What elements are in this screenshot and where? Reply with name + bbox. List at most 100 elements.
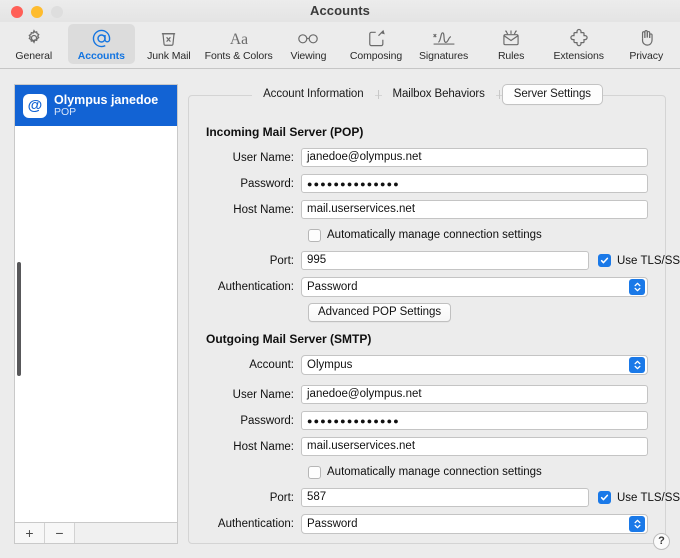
outgoing-auto-manage-checkbox[interactable] bbox=[308, 465, 321, 479]
preferences-content: @ Olympus janedoe POP + − Account Inform… bbox=[0, 69, 680, 558]
incoming-authentication-select[interactable]: Password bbox=[301, 276, 648, 297]
outgoing-password-row: Password: ●●●●●●●●●●●●●● bbox=[206, 411, 648, 430]
outgoing-host-name-label: Host Name: bbox=[233, 440, 294, 453]
incoming-auto-manage-label: Automatically manage connection settings bbox=[327, 229, 542, 241]
trash-icon bbox=[159, 27, 178, 49]
puzzle-icon bbox=[569, 27, 589, 49]
outgoing-user-name-input[interactable]: janedoe@olympus.net bbox=[301, 385, 648, 404]
incoming-port-input[interactable]: 995 bbox=[301, 251, 589, 270]
compose-icon bbox=[367, 27, 386, 49]
toolbar-item-viewing[interactable]: Viewing bbox=[275, 24, 343, 64]
toolbar-item-privacy[interactable]: Privacy bbox=[612, 24, 680, 64]
tab-mailbox-behaviors[interactable]: Mailbox Behaviors bbox=[381, 85, 496, 104]
outgoing-authentication-row: Authentication: Password bbox=[206, 513, 648, 534]
incoming-password-row: Password: ●●●●●●●●●●●●●● bbox=[206, 174, 648, 193]
outgoing-user-name-row: User Name: janedoe@olympus.net bbox=[206, 385, 648, 404]
chevron-up-down-icon[interactable] bbox=[629, 356, 645, 373]
sidebar-account-olympus[interactable]: @ Olympus janedoe POP bbox=[15, 85, 177, 126]
tab-divider bbox=[498, 90, 500, 99]
outgoing-password-input[interactable]: ●●●●●●●●●●●●●● bbox=[301, 411, 648, 430]
toolbar-item-label: Signatures bbox=[418, 50, 469, 62]
toolbar-item-label: General bbox=[15, 50, 53, 62]
outgoing-auto-manage-label: Automatically manage connection settings bbox=[327, 466, 542, 478]
toolbar-item-signatures[interactable]: Signatures bbox=[410, 24, 478, 64]
outgoing-authentication-label: Authentication: bbox=[217, 517, 294, 530]
toolbar-item-label: Accounts bbox=[77, 50, 125, 62]
gear-icon bbox=[24, 27, 44, 49]
rules-icon bbox=[501, 27, 521, 49]
tab-account-information[interactable]: Account Information bbox=[252, 85, 375, 104]
toolbar-item-extensions[interactable]: Extensions bbox=[545, 24, 613, 64]
toolbar-item-label: Fonts & Colors bbox=[204, 50, 273, 62]
incoming-tls-group: Use TLS/SSL bbox=[598, 254, 680, 267]
remove-account-button[interactable]: − bbox=[45, 523, 75, 543]
outgoing-host-name-row: Host Name: mail.userservices.net bbox=[206, 437, 648, 456]
at-sign-icon bbox=[91, 27, 112, 49]
chevron-up-down-icon[interactable] bbox=[629, 278, 645, 295]
outgoing-authentication-value: Password bbox=[307, 517, 358, 530]
incoming-section-title: Incoming Mail Server (POP) bbox=[206, 125, 364, 139]
incoming-auto-manage-checkbox[interactable] bbox=[308, 228, 321, 242]
hand-icon bbox=[637, 27, 656, 49]
toolbar-item-label: Extensions bbox=[553, 50, 604, 62]
incoming-auto-manage-row: Automatically manage connection settings bbox=[206, 226, 648, 244]
incoming-tls-checkbox[interactable] bbox=[598, 254, 611, 267]
toolbar-item-accounts[interactable]: Accounts bbox=[67, 24, 136, 64]
sidebar-footer-toolbar: + − bbox=[14, 522, 178, 544]
incoming-host-name-label: Host Name: bbox=[233, 203, 294, 216]
outgoing-tls-checkbox[interactable] bbox=[598, 491, 611, 504]
incoming-authentication-value: Password bbox=[307, 280, 358, 293]
outgoing-user-name-label: User Name: bbox=[232, 388, 294, 401]
toolbar-item-rules[interactable]: Rules bbox=[477, 24, 545, 64]
help-button[interactable]: ? bbox=[653, 533, 670, 550]
outgoing-account-row: Account: Olympus bbox=[206, 354, 648, 375]
incoming-password-label: Password: bbox=[240, 177, 294, 190]
settings-tabs: Account Information Mailbox Behaviors Se… bbox=[188, 85, 666, 104]
outgoing-auto-manage-row: Automatically manage connection settings bbox=[206, 463, 648, 481]
toolbar-item-label: Rules bbox=[497, 50, 525, 62]
advanced-pop-settings-button[interactable]: Advanced POP Settings bbox=[308, 303, 452, 322]
incoming-password-input[interactable]: ●●●●●●●●●●●●●● bbox=[301, 174, 648, 193]
tab-divider bbox=[377, 90, 379, 99]
at-sign-icon: @ bbox=[23, 93, 47, 118]
glasses-icon bbox=[296, 27, 320, 49]
outgoing-port-label: Port: bbox=[269, 491, 294, 504]
zoom-button[interactable] bbox=[51, 6, 63, 18]
incoming-authentication-row: Authentication: Password bbox=[206, 276, 648, 297]
toolbar-item-junk-mail[interactable]: Junk Mail bbox=[135, 24, 203, 64]
close-button[interactable] bbox=[11, 6, 23, 18]
server-settings-form: Incoming Mail Server (POP) User Name: ja… bbox=[188, 107, 680, 544]
toolbar-item-general[interactable]: General bbox=[0, 24, 68, 64]
outgoing-account-label: Account: bbox=[249, 358, 294, 371]
sidebar-scrollbar[interactable] bbox=[17, 262, 21, 376]
incoming-user-name-input[interactable]: janedoe@olympus.net bbox=[301, 148, 648, 167]
outgoing-account-select[interactable]: Olympus bbox=[301, 354, 648, 375]
incoming-host-name-input[interactable]: mail.userservices.net bbox=[301, 200, 648, 219]
toolbar-item-label: Privacy bbox=[629, 50, 664, 62]
tab-server-settings[interactable]: Server Settings bbox=[502, 85, 602, 104]
minimize-button[interactable] bbox=[31, 6, 43, 18]
svg-text:Aa: Aa bbox=[230, 31, 248, 48]
toolbar-item-composing[interactable]: Composing bbox=[342, 24, 410, 64]
outgoing-section-title: Outgoing Mail Server (SMTP) bbox=[206, 332, 372, 346]
outgoing-authentication-select[interactable]: Password bbox=[301, 513, 648, 534]
incoming-user-name-label: User Name: bbox=[232, 151, 294, 164]
outgoing-port-input[interactable]: 587 bbox=[301, 488, 589, 507]
incoming-host-name-row: Host Name: mail.userservices.net bbox=[206, 200, 648, 219]
incoming-port-row: Port: 995 Use TLS/SSL bbox=[206, 251, 680, 270]
toolbar-item-fonts-colors[interactable]: Aa Fonts & Colors bbox=[203, 24, 275, 64]
add-account-button[interactable]: + bbox=[15, 523, 45, 543]
preferences-toolbar: General Accounts Junk Mail Aa Fonts & Co… bbox=[0, 22, 680, 69]
incoming-tls-label: Use TLS/SSL bbox=[617, 254, 680, 267]
outgoing-port-row: Port: 587 Use TLS/SSL bbox=[206, 488, 680, 507]
sidebar-footer-spacer bbox=[75, 523, 177, 543]
account-type: POP bbox=[54, 105, 77, 118]
chevron-up-down-icon[interactable] bbox=[629, 515, 645, 532]
outgoing-host-name-input[interactable]: mail.userservices.net bbox=[301, 437, 648, 456]
outgoing-password-label: Password: bbox=[240, 414, 294, 427]
outgoing-account-value: Olympus bbox=[307, 358, 353, 371]
toolbar-item-label: Composing bbox=[349, 50, 403, 62]
title-bar: Accounts bbox=[0, 0, 680, 22]
outgoing-tls-group: Use TLS/SSL bbox=[598, 491, 680, 504]
account-name: Olympus janedoe bbox=[54, 92, 159, 107]
